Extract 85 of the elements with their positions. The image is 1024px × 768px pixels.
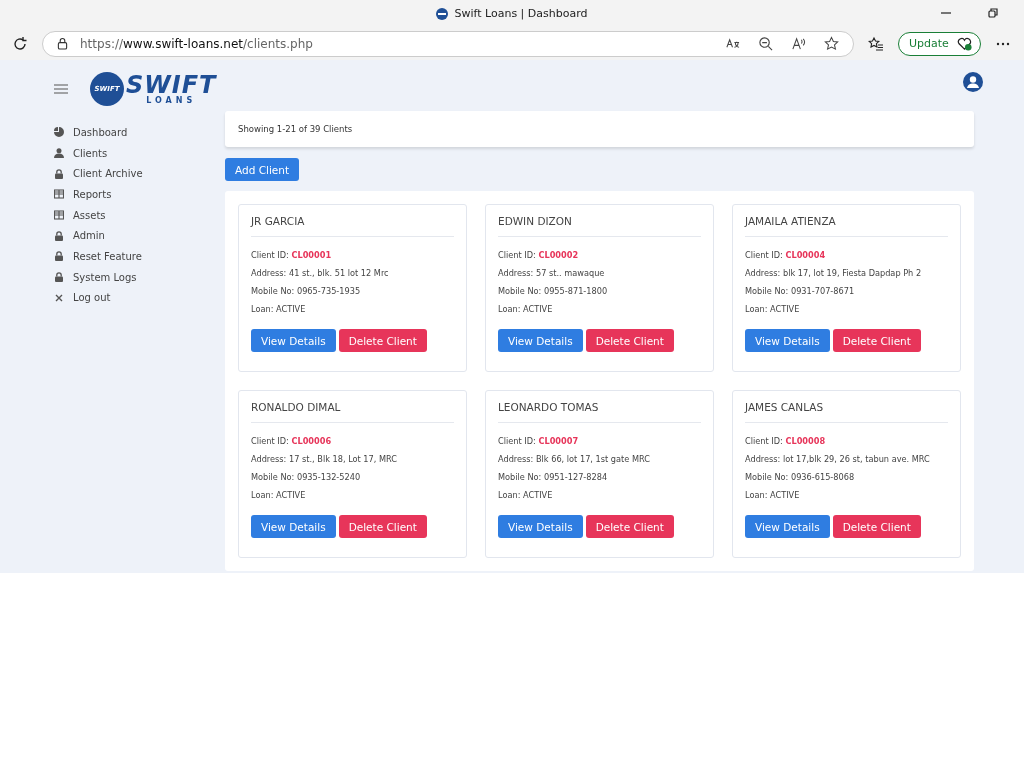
favorites-icon[interactable]: [868, 35, 884, 52]
sidebar-item[interactable]: Reports: [73, 188, 112, 200]
loan-status: Loan: ACTIVE: [745, 304, 800, 314]
lock-icon: [54, 251, 64, 262]
delete-client-button[interactable]: Delete Client: [585, 329, 674, 352]
client-name: JR GARCIA: [251, 215, 454, 237]
summary-text: Showing 1-21 of 39 Clients: [238, 124, 353, 134]
client-name: RONALDO DIMAL: [251, 401, 454, 423]
client-id: CL00006: [291, 436, 332, 446]
loan-status: Loan: ACTIVE: [251, 490, 306, 500]
client-name: JAMAILA ATIENZA: [745, 215, 948, 237]
client-address: Address: blk 17, lot 19, Fiesta Dapdap Ph 2: [745, 268, 922, 278]
client-id-label: Client ID:: [745, 436, 783, 446]
loan-status: Loan: ACTIVE: [745, 490, 800, 500]
client-address: Address: 41 st., blk. 51 lot 12 Mrc: [251, 268, 389, 278]
lock-icon: [57, 37, 68, 50]
user-icon: [54, 148, 64, 159]
client-name: LEONARDO TOMAS: [498, 401, 701, 423]
client-name: EDWIN DIZON: [498, 215, 701, 237]
lock-icon: [54, 168, 64, 179]
client-id-label: Client ID:: [251, 250, 289, 260]
sidebar-item[interactable]: Reset Feature: [73, 250, 142, 262]
close-icon: [54, 292, 64, 303]
view-details-button[interactable]: View Details: [251, 515, 336, 538]
delete-client-button[interactable]: Delete Client: [585, 515, 674, 538]
update-button[interactable]: Update: [898, 31, 981, 56]
client-id: CL00008: [785, 436, 826, 446]
lock-icon: [54, 230, 64, 241]
loan-status: Loan: ACTIVE: [498, 490, 553, 500]
view-details-button[interactable]: View Details: [745, 515, 830, 538]
client-id-label: Client ID:: [745, 250, 783, 260]
client-id: CL00004: [785, 250, 826, 260]
table-icon: [54, 189, 64, 200]
view-details-button[interactable]: View Details: [745, 329, 830, 352]
refresh-icon[interactable]: [12, 35, 28, 52]
pie-chart-icon: [54, 127, 64, 138]
sidebar-item[interactable]: Clients: [73, 147, 108, 159]
lock-icon: [54, 272, 64, 283]
view-details-button[interactable]: View Details: [251, 329, 336, 352]
delete-client-button[interactable]: Delete Client: [338, 329, 427, 352]
sidebar-item[interactable]: System Logs: [73, 271, 137, 283]
client-address: Address: lot 17,blk 29, 26 st, tabun ave. MRC: [745, 454, 930, 464]
translate-icon[interactable]: [725, 36, 740, 51]
table-icon: [54, 210, 64, 221]
client-mobile: Mobile No: 0935-132-5240: [251, 472, 361, 482]
client-id: CL00002: [538, 250, 579, 260]
sidebar-item[interactable]: Log out: [73, 292, 111, 304]
address-bar[interactable]: https://www.swift-loans.net/clients.php: [42, 30, 854, 57]
heart-icon: [956, 36, 972, 51]
logo-icon: [436, 7, 449, 20]
client-mobile: Mobile No: 0965-735-1935: [251, 286, 361, 296]
client-address: Address: Blk 66, lot 17, 1st gate MRC: [498, 454, 650, 464]
sidebar-item[interactable]: Admin: [73, 230, 105, 242]
sidebar-item[interactable]: Client Archive: [73, 168, 143, 180]
client-mobile: Mobile No: 0936-615-8068: [745, 472, 855, 482]
client-mobile: Mobile No: 0955-871-1800: [498, 286, 608, 296]
client-id-label: Client ID:: [498, 436, 536, 446]
sidebar-item[interactable]: Dashboard: [73, 126, 128, 138]
loan-status: Loan: ACTIVE: [251, 304, 306, 314]
url-text: https://www.swift-loans.net/clients.php: [80, 36, 314, 51]
zoom-out-icon[interactable]: [758, 36, 773, 51]
client-id: CL00001: [291, 250, 332, 260]
delete-client-button[interactable]: Delete Client: [832, 515, 921, 538]
delete-client-button[interactable]: Delete Client: [338, 515, 427, 538]
delete-client-button[interactable]: Delete Client: [832, 329, 921, 352]
client-address: Address: 17 st., Blk 18, Lot 17, MRC: [251, 454, 398, 464]
client-name: JAMES CANLAS: [745, 401, 948, 423]
client-id-label: Client ID:: [251, 436, 289, 446]
client-id-label: Client ID:: [498, 250, 536, 260]
client-mobile: Mobile No: 0931-707-8671: [745, 286, 855, 296]
star-icon[interactable]: [824, 36, 839, 51]
add-client-button[interactable]: Add Client: [225, 158, 300, 181]
window-title: Swift Loans | Dashboard: [454, 7, 588, 20]
client-address: Address: 57 st.. mawaque: [498, 268, 605, 278]
sidebar-item[interactable]: Assets: [73, 209, 106, 221]
user-avatar-icon[interactable]: [963, 72, 983, 92]
read-aloud-icon[interactable]: [791, 36, 806, 51]
view-details-button[interactable]: View Details: [498, 329, 583, 352]
restore-icon[interactable]: [988, 8, 998, 18]
loan-status: Loan: ACTIVE: [498, 304, 553, 314]
view-details-button[interactable]: View Details: [498, 515, 583, 538]
client-mobile: Mobile No: 0951-127-8284: [498, 472, 608, 482]
logo-tagline: LOANS: [146, 97, 197, 105]
client-id: CL00007: [538, 436, 579, 446]
logo-text: SWIFT: [126, 73, 217, 97]
